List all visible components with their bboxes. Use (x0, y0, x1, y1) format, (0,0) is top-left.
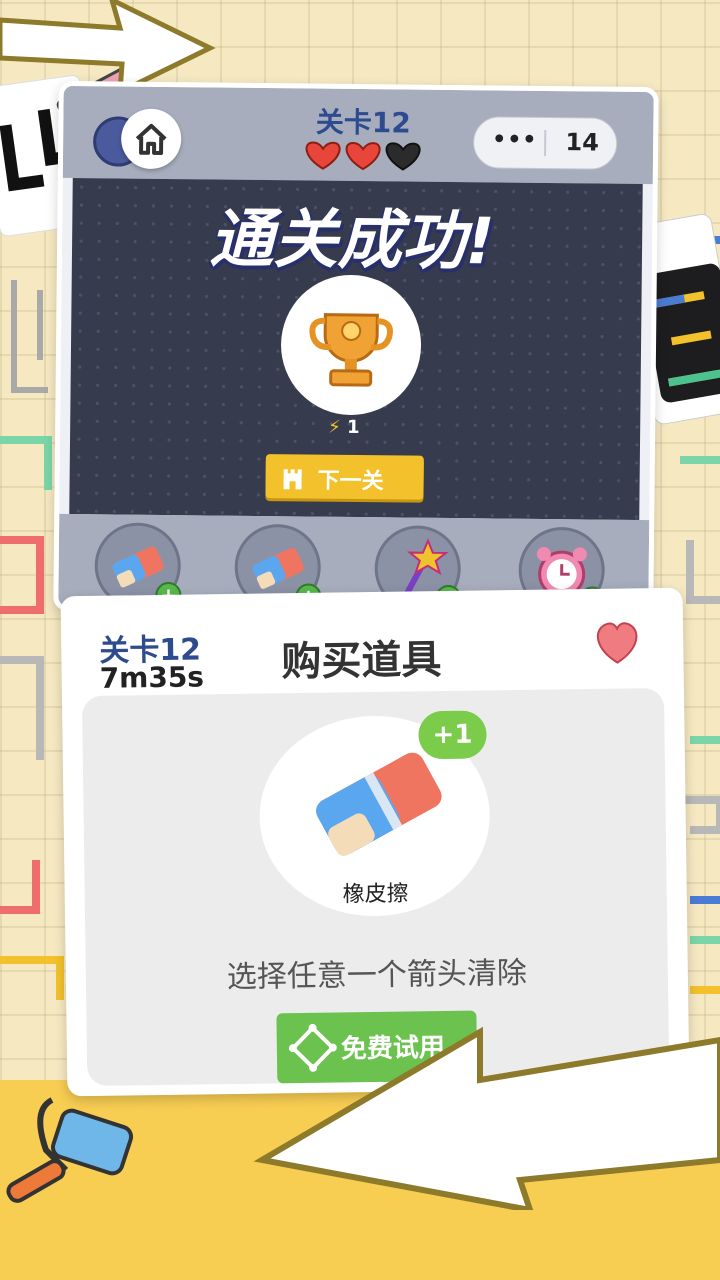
energy-value: 1 (346, 416, 360, 439)
heart-full-icon (305, 141, 341, 170)
capsule-divider (544, 129, 547, 156)
next-level-button[interactable]: 下一关 (265, 454, 424, 500)
trophy-icon (309, 313, 393, 387)
item-name: 橡皮擦 (342, 881, 409, 908)
quantity-badge: +1 (418, 710, 487, 760)
lives-hearts (305, 141, 421, 171)
castle-icon (283, 469, 302, 490)
heart-full-icon (345, 141, 381, 171)
success-banner: 通关成功! (209, 202, 496, 280)
trophy-badge (280, 274, 422, 416)
dialog-timer: 7m35s (99, 660, 205, 695)
home-icon (135, 123, 167, 155)
home-button[interactable] (120, 108, 182, 170)
moves-count: 14 (565, 128, 600, 157)
game-header: 关卡12 ••• 14 (62, 85, 654, 185)
item-description: 选择任意一个箭头清除 (226, 955, 528, 996)
energy-reward: ⚡ 1 (328, 417, 388, 439)
lightning-icon: ⚡ (328, 416, 341, 438)
next-level-label: 下一关 (317, 468, 384, 495)
heart-icon[interactable] (591, 618, 644, 667)
game-screen-card: 关卡12 ••• 14 通关成功! ⚡ 1 下一关 (53, 80, 659, 618)
big-arrow-bottom-decoration (253, 1026, 720, 1210)
dialog-title: 购买道具 (281, 637, 442, 686)
more-menu-button[interactable]: ••• (492, 127, 537, 152)
moves-capsule: ••• 14 (472, 116, 618, 170)
heart-empty-icon (385, 142, 421, 171)
level-title: 关卡12 (315, 105, 412, 140)
